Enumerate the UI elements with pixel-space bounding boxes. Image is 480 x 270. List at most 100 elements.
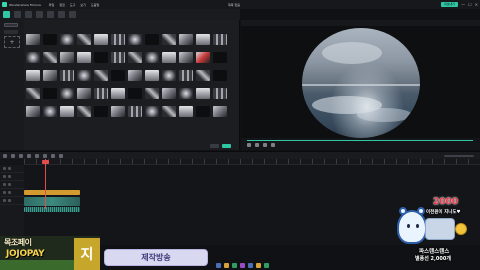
speed-icon[interactable] — [43, 154, 47, 158]
media-thumbnail[interactable] — [213, 70, 227, 81]
media-thumbnail[interactable] — [60, 70, 74, 81]
eye-icon[interactable] — [8, 191, 11, 194]
media-thumbnail[interactable] — [43, 106, 57, 117]
media-thumbnail[interactable] — [26, 106, 40, 117]
media-thumbnail[interactable] — [213, 106, 227, 117]
media-thumbnail[interactable] — [213, 34, 227, 45]
media-tab-icon[interactable] — [3, 11, 10, 18]
media-thumbnail[interactable] — [77, 88, 91, 99]
stop-icon[interactable] — [271, 143, 275, 147]
media-thumbnail[interactable] — [60, 52, 74, 63]
media-thumbnail[interactable] — [179, 34, 193, 45]
media-thumbnail[interactable] — [179, 106, 193, 117]
media-thumbnail[interactable] — [43, 34, 57, 45]
sidebar-item-folder[interactable] — [4, 30, 18, 34]
taskbar-app-icon[interactable] — [216, 262, 221, 268]
lock-icon[interactable] — [3, 199, 6, 202]
media-thumbnail[interactable] — [128, 34, 142, 45]
color-icon[interactable] — [51, 154, 55, 158]
media-thumbnail[interactable] — [43, 88, 57, 99]
taskbar-app-icon[interactable] — [264, 262, 269, 268]
media-thumbnail[interactable] — [128, 70, 142, 81]
media-thumbnail[interactable] — [43, 52, 57, 63]
next-frame-icon[interactable] — [263, 143, 267, 147]
previous-frame-icon[interactable] — [247, 143, 251, 147]
media-thumbnail[interactable] — [128, 52, 142, 63]
sidebar-item-project-media[interactable] — [4, 23, 18, 27]
preview-progress-bar[interactable] — [247, 140, 473, 141]
media-thumbnail[interactable] — [26, 70, 40, 81]
menu-tools[interactable]: 도구 — [70, 3, 76, 7]
delete-icon[interactable] — [19, 154, 23, 158]
add-to-timeline-button[interactable] — [222, 144, 231, 148]
templates-tab-icon[interactable] — [69, 11, 76, 18]
lock-icon[interactable] — [3, 183, 6, 186]
media-thumbnail[interactable] — [128, 88, 142, 99]
media-thumbnail[interactable] — [77, 52, 91, 63]
media-thumbnail[interactable] — [145, 70, 159, 81]
lock-icon[interactable] — [3, 167, 6, 170]
media-thumbnail[interactable] — [162, 34, 176, 45]
playhead[interactable] — [45, 159, 46, 209]
media-thumbnail[interactable] — [94, 88, 108, 99]
media-thumbnail[interactable] — [60, 34, 74, 45]
media-thumbnail[interactable] — [94, 52, 108, 63]
transitions-tab-icon[interactable] — [36, 11, 43, 18]
media-thumbnail[interactable] — [94, 70, 108, 81]
media-thumbnail[interactable] — [145, 106, 159, 117]
media-thumbnail[interactable] — [162, 52, 176, 63]
media-thumbnail[interactable] — [179, 88, 193, 99]
media-thumbnail[interactable] — [179, 70, 193, 81]
import-media-button[interactable]: + — [4, 36, 20, 48]
taskbar-app-icon[interactable] — [256, 262, 261, 268]
audio-icon[interactable] — [59, 154, 63, 158]
media-thumbnail[interactable] — [213, 52, 227, 63]
media-thumbnail[interactable] — [111, 34, 125, 45]
speaker-icon[interactable] — [8, 199, 11, 202]
media-thumbnail[interactable] — [26, 52, 40, 63]
media-thumbnail[interactable] — [196, 106, 210, 117]
timeline-zoom-slider[interactable] — [444, 155, 474, 157]
stickers-tab-icon[interactable] — [58, 11, 65, 18]
media-thumbnail[interactable] — [196, 70, 210, 81]
audio-clip[interactable] — [24, 207, 80, 212]
sort-button[interactable] — [210, 144, 219, 148]
taskbar-app-icon[interactable] — [240, 262, 245, 268]
media-thumbnail[interactable] — [162, 106, 176, 117]
media-thumbnail[interactable] — [43, 70, 57, 81]
crop-icon[interactable] — [35, 154, 39, 158]
preview-video-circle[interactable] — [302, 28, 420, 138]
effects-tab-icon[interactable] — [47, 11, 54, 18]
close-icon[interactable]: ✕ — [475, 2, 478, 7]
media-thumbnail[interactable] — [94, 106, 108, 117]
taskbar-app-icon[interactable] — [232, 262, 237, 268]
media-thumbnail[interactable] — [196, 34, 210, 45]
media-thumbnail[interactable] — [94, 34, 108, 45]
media-thumbnail[interactable] — [213, 88, 227, 99]
taskbar-browser-icon[interactable] — [248, 262, 253, 268]
audio-tab-icon[interactable] — [14, 11, 21, 18]
lock-icon[interactable] — [3, 175, 6, 178]
media-thumbnail[interactable] — [162, 88, 176, 99]
media-thumbnail[interactable] — [128, 106, 142, 117]
eye-icon[interactable] — [8, 167, 11, 170]
media-thumbnail[interactable] — [111, 88, 125, 99]
export-button[interactable]: 내보내기 — [440, 2, 458, 7]
play-icon[interactable] — [255, 143, 259, 147]
media-thumbnail[interactable] — [162, 70, 176, 81]
media-thumbnail[interactable] — [111, 52, 125, 63]
media-thumbnail[interactable] — [60, 106, 74, 117]
media-thumbnail[interactable] — [111, 106, 125, 117]
eye-icon[interactable] — [8, 183, 11, 186]
menu-help[interactable]: 도움말 — [91, 3, 99, 7]
maximize-icon[interactable]: ☐ — [468, 2, 472, 7]
media-thumbnail[interactable] — [60, 88, 74, 99]
minimize-icon[interactable]: — — [461, 2, 465, 7]
media-thumbnail[interactable] — [145, 34, 159, 45]
media-thumbnail[interactable] — [77, 70, 91, 81]
lock-icon[interactable] — [3, 191, 6, 194]
media-thumbnail[interactable] — [111, 70, 125, 81]
media-thumbnail[interactable] — [179, 52, 193, 63]
titles-tab-icon[interactable] — [25, 11, 32, 18]
split-icon[interactable] — [27, 154, 31, 158]
